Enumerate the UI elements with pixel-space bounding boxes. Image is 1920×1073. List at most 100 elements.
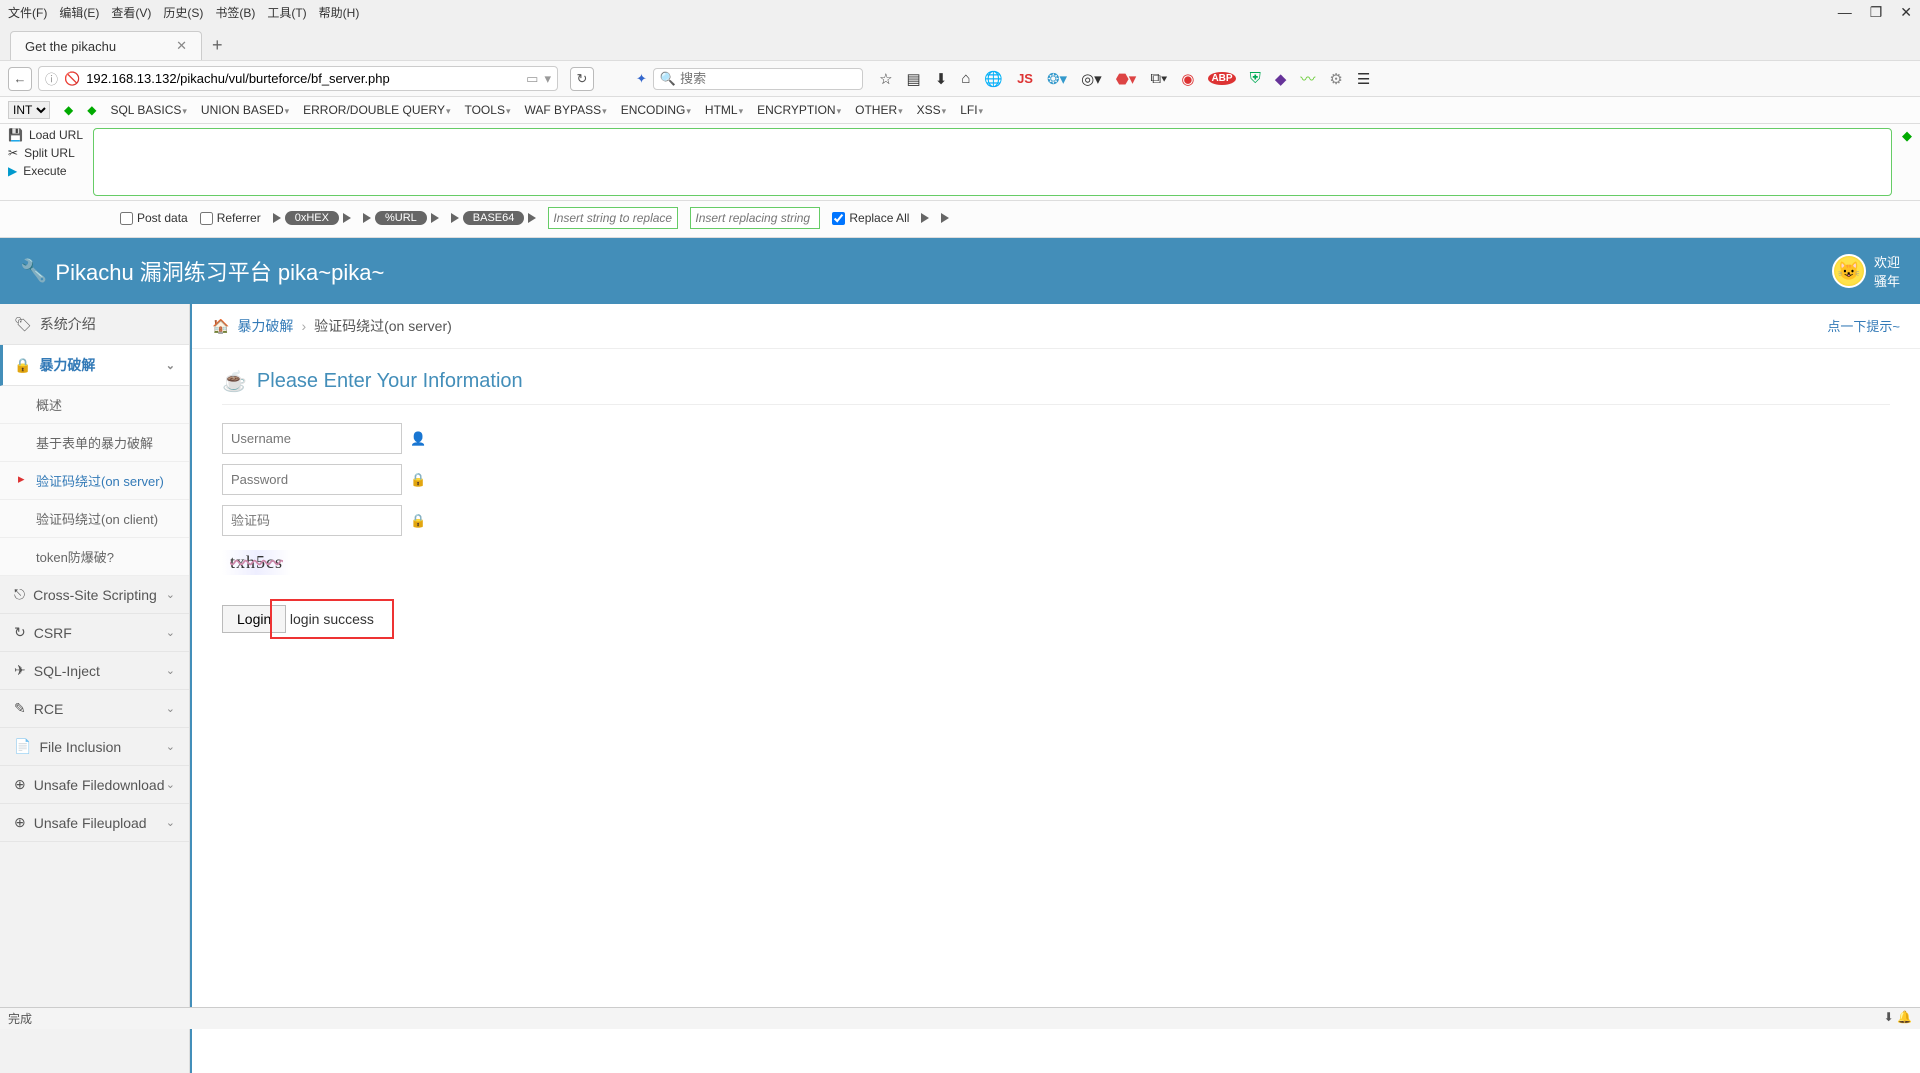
library-icon[interactable]: ▤ bbox=[907, 70, 921, 88]
browser-tab[interactable]: Get the pikachu ✕ bbox=[10, 31, 202, 60]
hb-lfi[interactable]: LFI bbox=[960, 103, 983, 117]
bug-icon: ⎋ bbox=[14, 586, 25, 603]
search-input[interactable] bbox=[680, 71, 856, 86]
password-input[interactable] bbox=[222, 464, 402, 495]
hb-referrer[interactable]: Referrer bbox=[200, 211, 261, 225]
captcha-image[interactable]: txh5cs bbox=[222, 550, 291, 575]
hb-load-url[interactable]: 💾Load URL bbox=[8, 128, 83, 142]
crumb-current: 验证码绕过(on server) bbox=[314, 316, 452, 336]
wave-icon[interactable]: 〰 bbox=[1300, 68, 1315, 89]
hb-int-select[interactable]: INT bbox=[8, 101, 50, 119]
sub-client[interactable]: 验证码绕过(on client) bbox=[0, 500, 189, 538]
hint-link[interactable]: 点一下提示~ bbox=[1827, 316, 1900, 335]
ext-icon[interactable]: ✦ bbox=[636, 71, 647, 87]
login-result: login success bbox=[270, 599, 394, 639]
hb-textarea[interactable] bbox=[93, 128, 1892, 196]
sidebar-ful[interactable]: ⊕Unsafe Fileupload⌄ bbox=[0, 804, 189, 842]
hamburger-icon[interactable]: ☰ bbox=[1357, 70, 1370, 88]
menu-edit[interactable]: 编辑(E) bbox=[59, 4, 99, 21]
sub-form[interactable]: 基于表单的暴力破解 bbox=[0, 424, 189, 462]
reader-icon[interactable]: ▭ bbox=[526, 71, 538, 87]
hb-replace-dst[interactable] bbox=[690, 207, 820, 229]
disk-icon: 💾 bbox=[8, 128, 23, 142]
avatar[interactable]: 😺 bbox=[1832, 254, 1866, 288]
search-box[interactable]: 🔍 bbox=[653, 68, 863, 90]
sidebar-sqli[interactable]: ✈SQL-Inject⌄ bbox=[0, 652, 189, 690]
star-icon[interactable]: ☆ bbox=[879, 70, 892, 88]
hb-other[interactable]: OTHER bbox=[855, 103, 903, 117]
window-icon[interactable]: ⧉▾ bbox=[1150, 70, 1167, 87]
url-box[interactable]: ⓘ 🚫 ▭ ▾ bbox=[38, 66, 558, 91]
identity-icon[interactable]: ⓘ bbox=[45, 69, 58, 88]
home-icon[interactable]: 🏠 bbox=[212, 318, 229, 335]
hb-error[interactable]: ERROR/DOUBLE QUERY bbox=[303, 103, 450, 117]
hb-replace-src[interactable] bbox=[548, 207, 678, 229]
hb-sql[interactable]: SQL BASICS bbox=[110, 103, 186, 117]
color-icon[interactable]: ❂▾ bbox=[1047, 70, 1067, 88]
sub-overview[interactable]: 概述 bbox=[0, 386, 189, 424]
hb-tools[interactable]: TOOLS bbox=[464, 103, 510, 117]
download-icon[interactable]: ⬇ bbox=[935, 70, 948, 88]
globe-icon[interactable]: 🌐 bbox=[984, 70, 1003, 88]
crumb-brute[interactable]: 暴力破解 bbox=[237, 316, 293, 336]
tab-close-icon[interactable]: ✕ bbox=[176, 38, 187, 54]
reload-button[interactable]: ↻ bbox=[570, 67, 594, 91]
lock3-icon: 🔒 bbox=[410, 513, 426, 529]
status-right: ⬇ 🔔 bbox=[1884, 1010, 1912, 1027]
hb-split-url[interactable]: ✂Split URL bbox=[8, 146, 83, 160]
back-button[interactable]: ← bbox=[8, 67, 32, 91]
window-minimize[interactable]: — bbox=[1838, 4, 1852, 21]
hb-encryption[interactable]: ENCRYPTION bbox=[757, 103, 841, 117]
captcha-input[interactable] bbox=[222, 505, 402, 536]
hackbar-body: 💾Load URL ✂Split URL ▶Execute ◆ bbox=[0, 124, 1920, 201]
js-icon[interactable]: JS bbox=[1017, 71, 1033, 86]
app-title: Pikachu 漏洞练习平台 pika~pika~ bbox=[55, 255, 384, 287]
menu-bookmarks[interactable]: 书签(B) bbox=[215, 4, 255, 21]
sidebar-fdl[interactable]: ⊕Unsafe Filedownload⌄ bbox=[0, 766, 189, 804]
hb-chip-url[interactable]: %URL bbox=[375, 211, 427, 225]
sidebar-brute[interactable]: 🔒暴力破解 ⌄ bbox=[0, 345, 189, 386]
url-input[interactable] bbox=[86, 71, 520, 86]
diamond-icon[interactable]: ◆ bbox=[1275, 70, 1287, 88]
hb-replace-all[interactable]: Replace All bbox=[832, 211, 909, 225]
window-close[interactable]: ✕ bbox=[1900, 4, 1912, 21]
status-left: 完成 bbox=[8, 1010, 32, 1027]
sub-token[interactable]: token防爆破? bbox=[0, 538, 189, 576]
app-header: 🔧 Pikachu 漏洞练习平台 pika~pika~ 😺 欢迎 骚年 bbox=[0, 238, 1920, 304]
sidebar-csrf[interactable]: ↻CSRF⌄ bbox=[0, 614, 189, 652]
sidebar-intro[interactable]: 🏷系统介绍 bbox=[0, 304, 189, 345]
hb-execute[interactable]: ▶Execute bbox=[8, 164, 83, 178]
menu-view[interactable]: 查看(V) bbox=[111, 4, 151, 21]
menu-file[interactable]: 文件(F) bbox=[8, 4, 47, 21]
new-tab-button[interactable]: + bbox=[212, 35, 223, 56]
sidebar-xss[interactable]: ⎋Cross-Site Scripting⌄ bbox=[0, 576, 189, 614]
hb-chip-hex[interactable]: 0xHEX bbox=[285, 211, 339, 225]
sidebar-fileinc[interactable]: 📄File Inclusion⌄ bbox=[0, 728, 189, 766]
hb-xss[interactable]: XSS bbox=[917, 103, 947, 117]
dropdown-icon[interactable]: ▾ bbox=[544, 71, 551, 87]
hb-chip-b64[interactable]: BASE64 bbox=[463, 211, 525, 225]
target-icon[interactable]: ◎▾ bbox=[1081, 70, 1102, 88]
home-icon[interactable]: ⌂ bbox=[961, 70, 970, 87]
breadcrumb: 🏠 暴力破解 › 验证码绕过(on server) 点一下提示~ bbox=[192, 304, 1920, 349]
nick-label: 骚年 bbox=[1874, 271, 1900, 290]
file-icon: 📄 bbox=[14, 738, 31, 755]
menu-tools[interactable]: 工具(T) bbox=[267, 4, 306, 21]
red-icon[interactable]: ⬣▾ bbox=[1116, 70, 1137, 88]
menu-history[interactable]: 历史(S) bbox=[163, 4, 203, 21]
abp-icon[interactable]: ABP bbox=[1208, 72, 1235, 85]
username-input[interactable] bbox=[222, 423, 402, 454]
menu-help[interactable]: 帮助(H) bbox=[319, 4, 360, 21]
hb-encoding[interactable]: ENCODING bbox=[621, 103, 691, 117]
hb-waf[interactable]: WAF BYPASS bbox=[524, 103, 606, 117]
circle-icon[interactable]: ◉ bbox=[1181, 70, 1194, 88]
gear-icon[interactable]: ⚙ bbox=[1329, 70, 1342, 88]
sidebar-rce[interactable]: ✎RCE⌄ bbox=[0, 690, 189, 728]
upload-icon: ⊕ bbox=[14, 814, 26, 831]
hb-union[interactable]: UNION BASED bbox=[201, 103, 289, 117]
hb-postdata[interactable]: Post data bbox=[120, 211, 188, 225]
hb-html[interactable]: HTML bbox=[705, 103, 743, 117]
sub-server[interactable]: 验证码绕过(on server) bbox=[0, 462, 189, 500]
window-maximize[interactable]: ❐ bbox=[1870, 4, 1883, 21]
shield-icon[interactable]: ⛨ bbox=[1250, 70, 1261, 87]
